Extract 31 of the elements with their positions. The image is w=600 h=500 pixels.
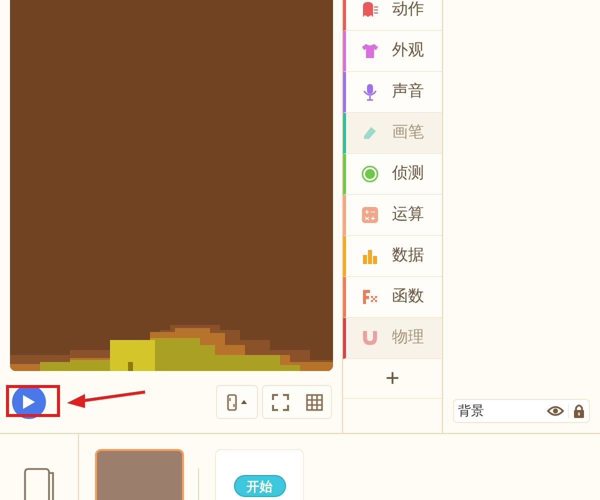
- category-icon: [361, 42, 379, 60]
- category-tab[interactable]: 侦测: [343, 154, 442, 195]
- layer-name: 背景: [458, 402, 485, 420]
- device-icon[interactable]: [23, 467, 55, 500]
- sprite-thumbnail[interactable]: [95, 449, 184, 500]
- category-icon: [361, 165, 379, 183]
- category-tab[interactable]: 动作: [343, 0, 442, 31]
- phone-icon: [227, 394, 237, 410]
- add-extension-button[interactable]: +: [343, 359, 442, 399]
- category-tab[interactable]: 函数: [343, 277, 442, 318]
- category-icon: [361, 247, 379, 265]
- category-tab[interactable]: 数据: [343, 236, 442, 277]
- category-tab[interactable]: 运算: [343, 195, 442, 236]
- play-icon: [23, 395, 35, 409]
- category-icon: [361, 1, 379, 19]
- layer-field[interactable]: 背景: [453, 399, 590, 423]
- grid-icon[interactable]: [306, 394, 322, 410]
- eye-icon[interactable]: [547, 405, 564, 417]
- start-button-image: 开始: [234, 475, 286, 497]
- category-icon: [361, 83, 379, 101]
- category-icon: [361, 288, 379, 306]
- category-tab[interactable]: 声音: [343, 72, 442, 113]
- caret-icon: [241, 400, 247, 404]
- category-icon: [361, 329, 379, 347]
- lock-icon[interactable]: [573, 404, 585, 418]
- category-icon: [361, 206, 379, 224]
- fullscreen-icon[interactable]: [272, 394, 288, 410]
- category-icon: [361, 124, 379, 142]
- category-tab[interactable]: 外观: [343, 31, 442, 72]
- annotation-box: [6, 385, 60, 417]
- device-dropdown-button[interactable]: [216, 385, 258, 419]
